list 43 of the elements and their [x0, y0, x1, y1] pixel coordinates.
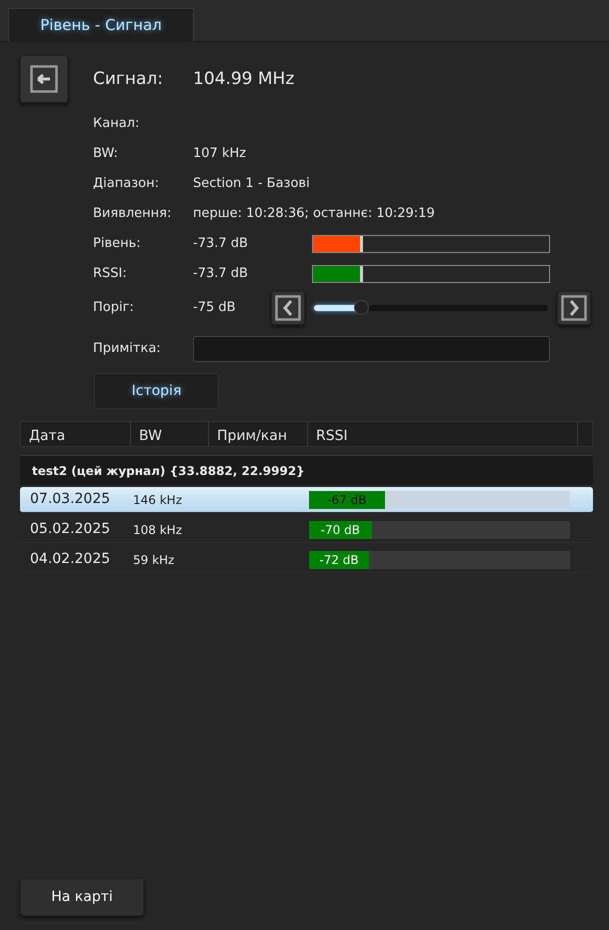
group-header: test2 (цей журнал) {33.8882, 22.9992} — [20, 455, 593, 485]
back-button[interactable] — [20, 55, 68, 103]
bandwidth-cell-text: 108 kHz — [133, 522, 183, 538]
field-value: -75 dB — [193, 299, 237, 318]
map-button[interactable]: На карті — [20, 878, 144, 916]
date-cell-text: 07.03.2025 — [30, 490, 112, 509]
increase-button[interactable] — [557, 291, 591, 325]
column-header: RSSI — [308, 422, 578, 446]
column-header: Прим/кан — [209, 422, 308, 446]
rssi-fill: -67 dB — [309, 490, 385, 508]
decrease-button[interactable] — [271, 291, 305, 325]
bandwidth-cell-text: 146 kHz — [133, 492, 183, 508]
table-row[interactable]: 04.02.2025 59 kHz -72 dB — [20, 547, 593, 573]
field-value: 107 kHz — [193, 145, 246, 164]
field-label: Діапазон: — [93, 175, 160, 194]
field-label: RSSI: — [93, 265, 128, 284]
field-value: Section 1 - Базові — [193, 175, 310, 194]
field-label: Рівень: — [93, 235, 142, 254]
field-label: Примітка: — [93, 340, 162, 358]
rssi-fill: -70 dB — [309, 520, 372, 538]
date-cell-text: 05.02.2025 — [30, 520, 112, 539]
field-label: Канал: — [93, 115, 140, 134]
note-field[interactable] — [193, 336, 550, 362]
field-value: -73.7 dB — [193, 265, 249, 284]
table-row[interactable]: 05.02.2025 108 kHz -70 dB — [20, 517, 593, 543]
rssi-fill: -72 dB — [309, 550, 370, 568]
signal-value: 104.99 MHz — [193, 68, 294, 92]
date-cell-text: 04.02.2025 — [30, 550, 112, 569]
field-label: Виявлення: — [93, 205, 172, 224]
field-value: -73.7 dB — [193, 235, 249, 254]
field-label: Поріг: — [93, 299, 135, 318]
field-label: BW: — [93, 145, 119, 164]
slider-thumb[interactable] — [354, 300, 369, 315]
history-button[interactable]: Історія — [94, 373, 219, 409]
signal-label: Сигнал: — [93, 68, 164, 92]
bandwidth-cell-text: 59 kHz — [133, 552, 176, 568]
column-header: Дата — [21, 422, 131, 446]
column-header: BW — [131, 422, 209, 446]
chevron-right-icon — [561, 295, 587, 321]
field-value: перше: 10:28:36; останнє: 10:29:19 — [193, 205, 435, 224]
table-row[interactable]: 07.03.2025 146 kHz -67 dB — [20, 487, 593, 513]
chevron-left-icon — [275, 295, 301, 321]
tab[interactable]: Рівень - Сигнал — [8, 8, 194, 42]
